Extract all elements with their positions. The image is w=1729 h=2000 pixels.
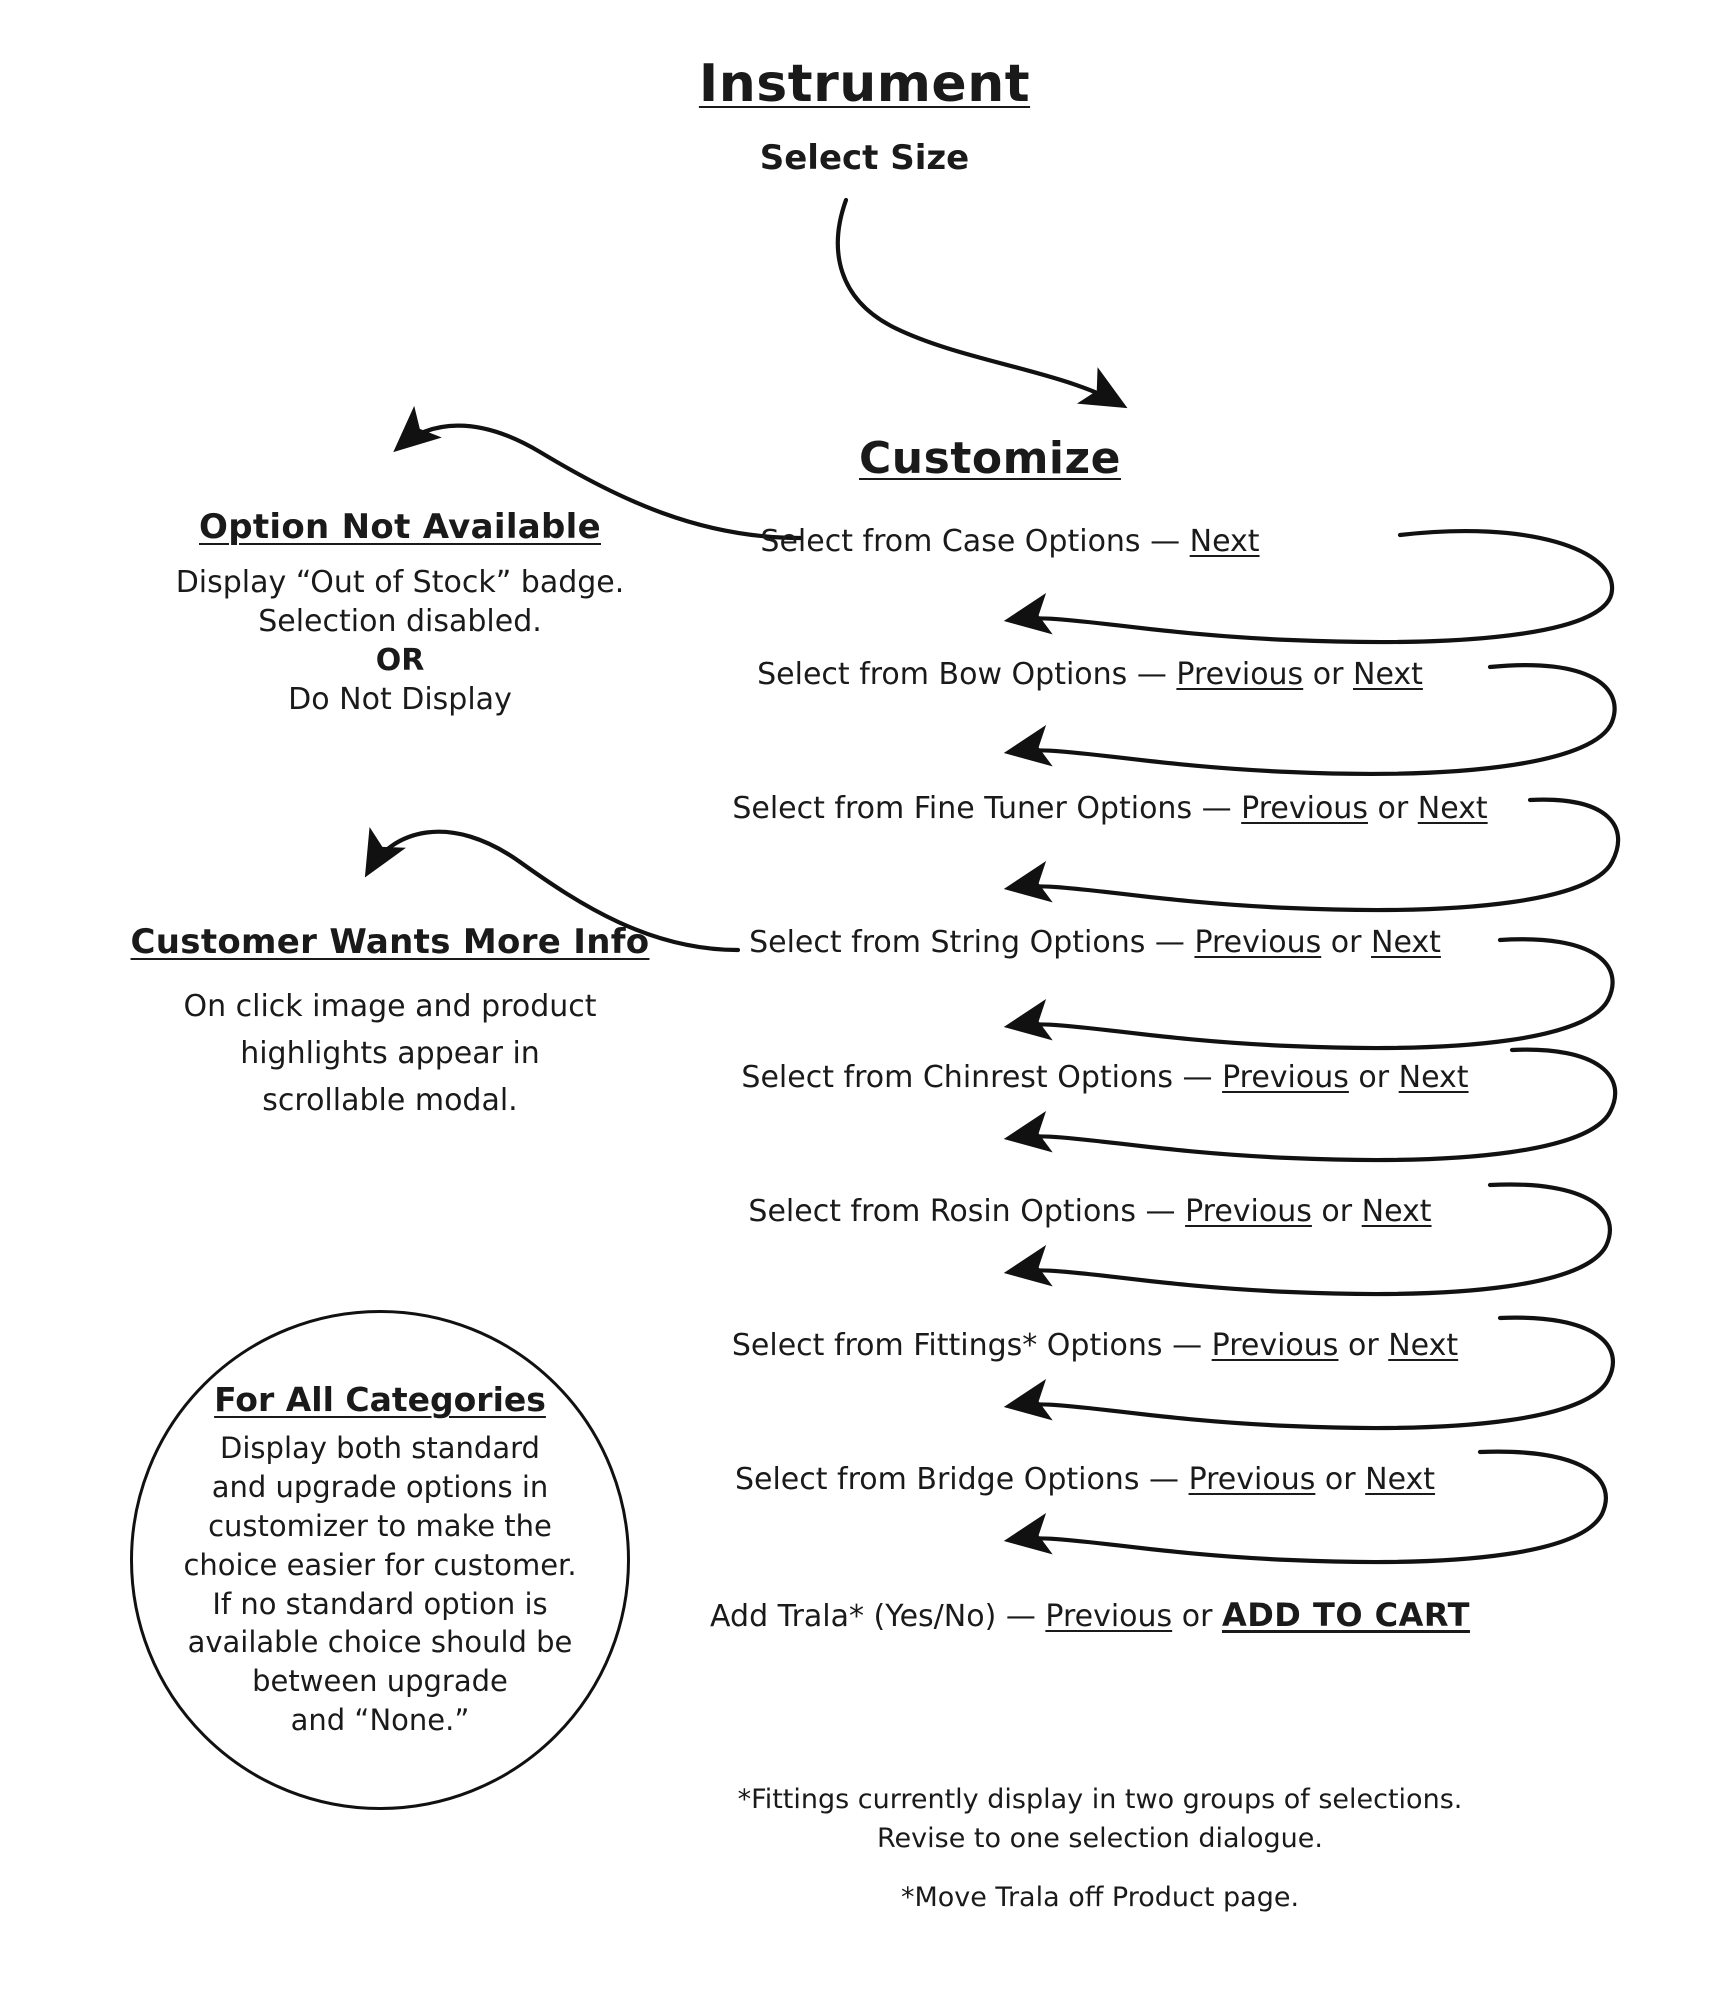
step-rosin-or: or: [1321, 1194, 1353, 1229]
customer-more-info-block: Customer Wants More Info On click image …: [40, 920, 740, 1125]
step-chinrest-previous-link[interactable]: Previous: [1222, 1060, 1349, 1095]
option-not-available-title: Option Not Available: [199, 507, 601, 547]
step-chinrest-or: or: [1358, 1060, 1390, 1095]
option-not-available-line-3: OR: [375, 643, 425, 679]
step-finetuner[interactable]: Select from Fine Tuner Options — Previou…: [690, 789, 1530, 829]
step-add-trala-dash: —: [1005, 1599, 1036, 1634]
step-bridge-previous-link[interactable]: Previous: [1189, 1462, 1316, 1497]
customer-more-info-title: Customer Wants More Info: [130, 922, 650, 962]
step-fittings-label: Select from Fittings* Options: [731, 1328, 1163, 1363]
step-fittings[interactable]: Select from Fittings* Options — Previous…: [690, 1326, 1500, 1366]
for-all-categories-line-8: and “None.”: [290, 1703, 470, 1738]
customize-heading: Customize: [859, 433, 1121, 484]
arrow-select-size-to-customize: [835, 197, 1128, 409]
step-bow[interactable]: Select from Bow Options — Previous or Ne…: [690, 655, 1490, 695]
step-rosin-next-link[interactable]: Next: [1362, 1194, 1432, 1229]
for-all-categories-line-1: Display both standard: [220, 1431, 540, 1466]
step-case-label: Select from Case Options: [760, 524, 1141, 559]
for-all-categories-line-2: and upgrade options in: [211, 1469, 549, 1504]
for-all-categories-body: Display both standard and upgrade option…: [157, 1429, 602, 1740]
step-chinrest-dash: —: [1182, 1060, 1213, 1095]
step-rosin-label: Select from Rosin Options: [748, 1194, 1136, 1229]
step-chinrest[interactable]: Select from Chinrest Options — Previous …: [690, 1058, 1520, 1098]
option-not-available-line-2: Selection disabled.: [258, 604, 542, 640]
option-not-available-line-4: Do Not Display: [288, 682, 512, 718]
diagram-canvas: Instrument Select Size Customize Option …: [0, 0, 1729, 2000]
footnote-fittings-line-1: *Fittings currently display in two group…: [737, 1784, 1463, 1815]
for-all-categories-line-7: between upgrade: [252, 1664, 508, 1699]
step-add-trala-previous-link[interactable]: Previous: [1045, 1599, 1172, 1634]
step-string-dash: —: [1154, 925, 1185, 960]
footnote-trala-line-1: *Move Trala off Product page.: [900, 1882, 1300, 1913]
step-fittings-or: or: [1347, 1328, 1379, 1363]
add-to-cart-button[interactable]: ADD TO CART: [1222, 1596, 1470, 1634]
footnote-fittings-line-2: Revise to one selection dialogue.: [876, 1823, 1323, 1855]
step-rosin-previous-link[interactable]: Previous: [1185, 1194, 1312, 1229]
page-subtitle: Select Size: [759, 138, 970, 178]
step-chinrest-label: Select from Chinrest Options: [741, 1060, 1173, 1095]
step-string-next-link[interactable]: Next: [1371, 925, 1441, 960]
for-all-categories-line-4: choice easier for customer.: [183, 1547, 577, 1582]
step-add-trala-label: Add Trala* (Yes/No): [710, 1599, 997, 1634]
customer-more-info-line-2: highlights appear in: [240, 1035, 540, 1071]
step-rosin-dash: —: [1145, 1194, 1176, 1229]
for-all-categories-title: For All Categories: [214, 1380, 546, 1420]
step-bow-label: Select from Bow Options: [757, 657, 1128, 692]
step-bow-next-link[interactable]: Next: [1353, 657, 1423, 692]
step-bridge-or: or: [1324, 1462, 1356, 1497]
step-bow-dash: —: [1136, 657, 1167, 692]
for-all-categories-line-5: If no standard option is: [212, 1586, 548, 1621]
customer-more-info-line-3: scrollable modal.: [262, 1082, 518, 1118]
step-add-trala-or: or: [1181, 1599, 1213, 1634]
option-not-available-line-1: Display “Out of Stock” badge.: [175, 565, 625, 601]
step-fittings-next-link[interactable]: Next: [1388, 1328, 1458, 1363]
for-all-categories-line-3: customizer to make the: [208, 1508, 552, 1543]
page-title: Instrument: [698, 54, 1031, 114]
footnote-trala: *Move Trala off Product page.: [700, 1878, 1500, 1917]
customer-more-info-line-1: On click image and product: [183, 989, 597, 1025]
step-fittings-previous-link[interactable]: Previous: [1212, 1328, 1339, 1363]
step-bridge-next-link[interactable]: Next: [1365, 1462, 1435, 1497]
step-add-trala[interactable]: Add Trala* (Yes/No) — Previous or ADD TO…: [690, 1594, 1490, 1637]
step-rosin[interactable]: Select from Rosin Options — Previous or …: [690, 1192, 1490, 1232]
for-all-categories-line-6: available choice should be: [187, 1625, 573, 1660]
step-finetuner-next-link[interactable]: Next: [1418, 791, 1488, 826]
step-bridge-dash: —: [1149, 1462, 1180, 1497]
step-string-or: or: [1330, 925, 1362, 960]
step-case[interactable]: Select from Case Options — Next: [690, 522, 1330, 562]
step-finetuner-dash: —: [1201, 791, 1232, 826]
footnote-fittings: *Fittings currently display in two group…: [700, 1780, 1500, 1858]
step-bridge[interactable]: Select from Bridge Options — Previous or…: [690, 1460, 1480, 1500]
step-chinrest-next-link[interactable]: Next: [1399, 1060, 1469, 1095]
option-not-available-block: Option Not Available Display “Out of Sto…: [60, 505, 740, 719]
step-bow-previous-link[interactable]: Previous: [1176, 657, 1303, 692]
step-finetuner-or: or: [1377, 791, 1409, 826]
step-case-next-link[interactable]: Next: [1190, 524, 1260, 559]
step-string-previous-link[interactable]: Previous: [1194, 925, 1321, 960]
step-string-label: Select from String Options: [749, 925, 1146, 960]
step-bow-or: or: [1312, 657, 1344, 692]
for-all-categories-circle: For All Categories Display both standard…: [130, 1310, 630, 1810]
step-finetuner-previous-link[interactable]: Previous: [1241, 791, 1368, 826]
step-string[interactable]: Select from String Options — Previous or…: [690, 923, 1500, 963]
step-fittings-dash: —: [1172, 1328, 1203, 1363]
step-finetuner-label: Select from Fine Tuner Options: [732, 791, 1193, 826]
step-case-dash: —: [1150, 524, 1181, 559]
step-bridge-label: Select from Bridge Options: [734, 1462, 1140, 1497]
